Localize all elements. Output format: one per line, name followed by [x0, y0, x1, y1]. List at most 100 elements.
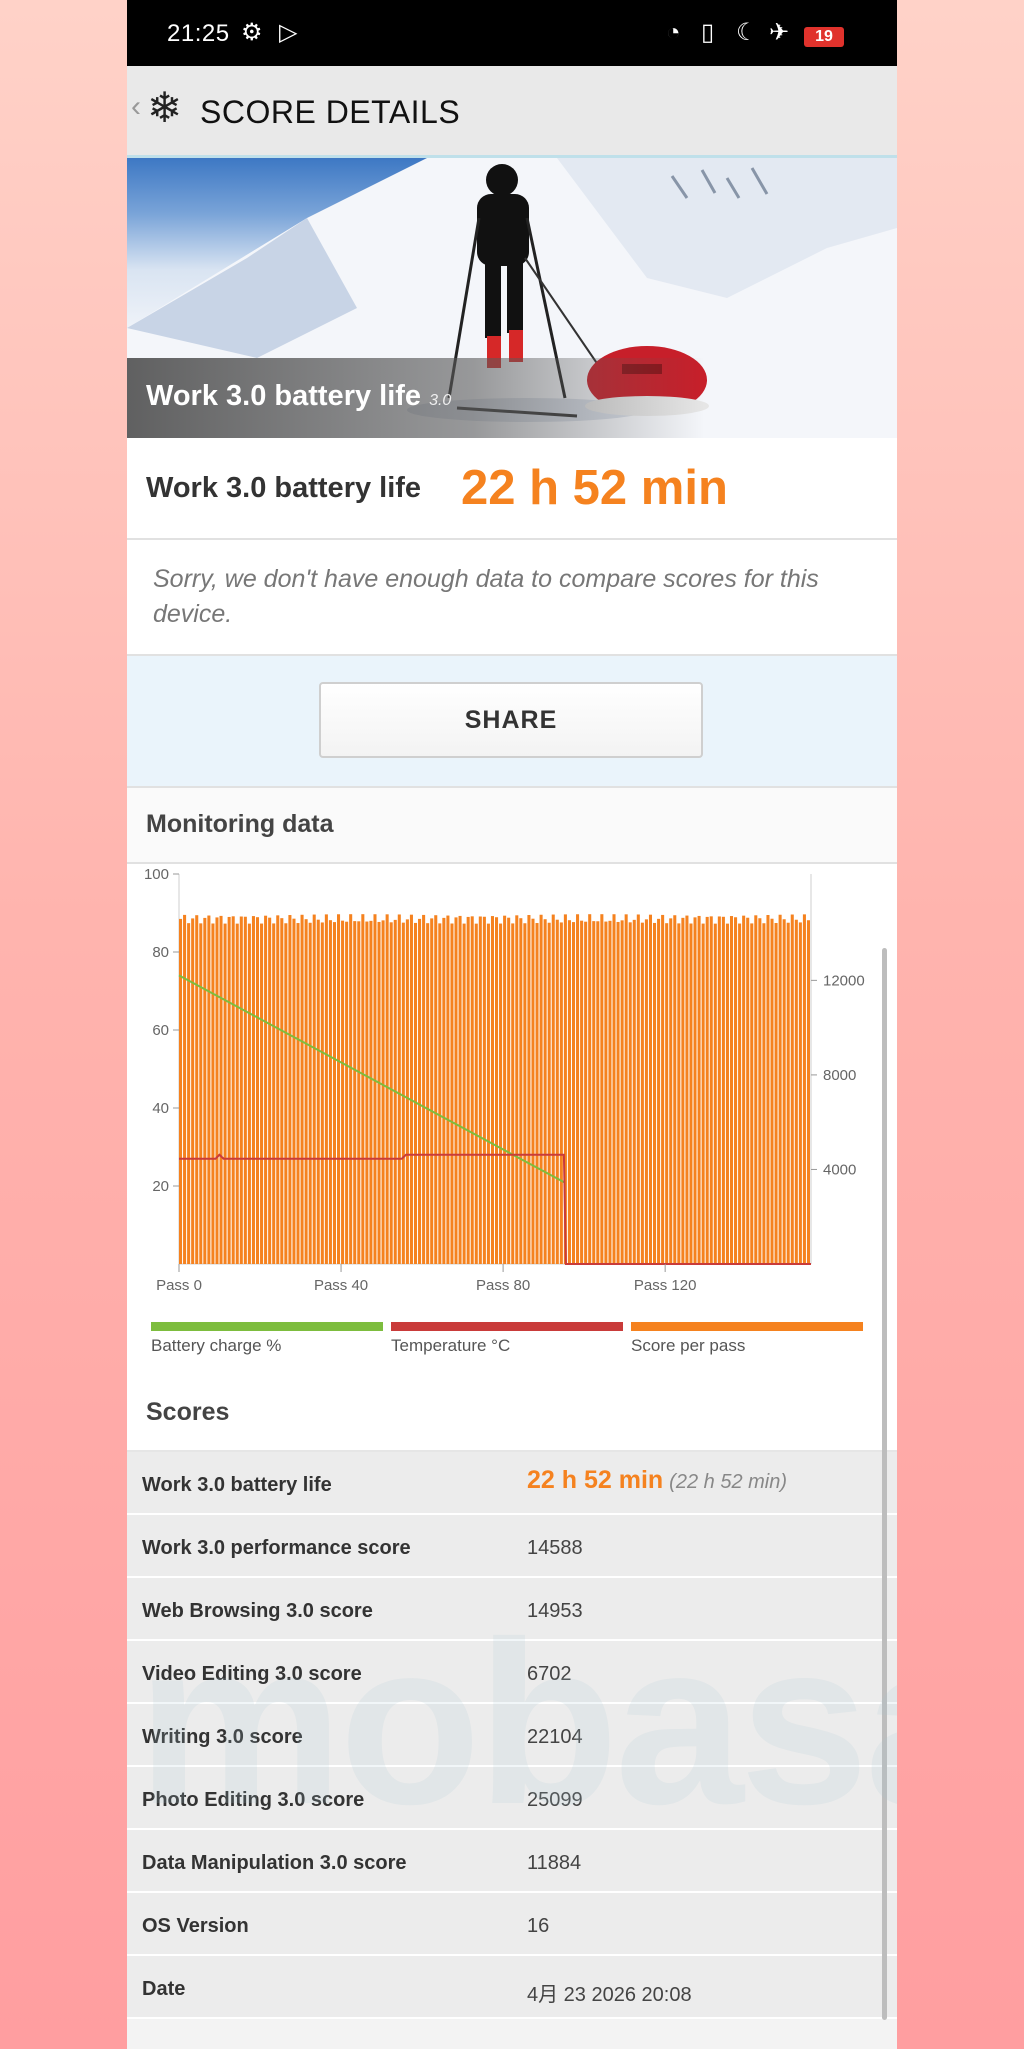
score-bar — [231, 916, 235, 1264]
score-bar — [628, 922, 632, 1264]
score-bar — [612, 914, 616, 1264]
score-bar — [486, 923, 490, 1264]
status-bar: 21:25 ⚙ ▷ ◔ ▯ ☾ ✈ 19 — [127, 0, 897, 66]
score-bar — [673, 915, 677, 1264]
score-bar — [758, 918, 762, 1264]
hero-version: 3.0 — [429, 392, 452, 409]
y-left-tick-label: 40 — [152, 1100, 169, 1117]
legend-battery-swatch — [151, 1322, 383, 1331]
score-bar — [215, 917, 219, 1264]
x-tick-label: Pass 0 — [156, 1277, 202, 1294]
score-bar — [462, 923, 466, 1264]
table-row: Work 3.0 battery life 22 h 52 min (22 h 5… — [127, 1452, 897, 1515]
status-time: 21:25 — [167, 20, 230, 47]
score-bar — [434, 915, 438, 1264]
monitoring-header: Monitoring data — [127, 788, 897, 864]
score-bar — [636, 914, 640, 1264]
phone-screen: 21:25 ⚙ ▷ ◔ ▯ ☾ ✈ 19 ‹ ❄ SCORE DETAILS W… — [127, 0, 897, 2049]
scrollbar[interactable] — [882, 948, 887, 2020]
share-button[interactable]: SHARE — [319, 682, 703, 758]
score-bar — [365, 921, 369, 1264]
score-bar — [268, 917, 272, 1264]
score-bar — [207, 915, 211, 1264]
score-bar — [450, 923, 454, 1264]
x-tick-label: Pass 120 — [634, 1277, 697, 1294]
score-bar — [320, 922, 324, 1264]
score-bar — [713, 923, 717, 1264]
row-value: 22 h 52 min (22 h 52 min) — [527, 1466, 788, 1494]
score-bar — [620, 920, 624, 1264]
score-bar — [442, 917, 446, 1264]
score-bar — [328, 920, 332, 1264]
score-bar — [288, 915, 292, 1264]
table-row: Date 4月 23 2026 20:08 — [127, 1956, 897, 2019]
score-bar — [316, 919, 320, 1264]
score-bar — [446, 915, 450, 1264]
score-bar — [600, 914, 604, 1264]
score-bar — [430, 918, 434, 1264]
score-bar — [750, 923, 754, 1264]
score-bar — [422, 914, 426, 1264]
score-bar — [470, 916, 474, 1264]
y-left-tick-label: 60 — [152, 1022, 169, 1039]
score-bar — [300, 914, 304, 1264]
score-bar — [608, 920, 612, 1264]
back-chevron-icon[interactable]: ‹ — [131, 90, 141, 124]
legend-temperature: Temperature °C — [391, 1322, 623, 1356]
score-bar — [199, 923, 203, 1264]
score-bar — [247, 923, 251, 1264]
score-bar — [426, 923, 430, 1264]
score-bar — [389, 922, 393, 1264]
score-bar — [604, 921, 608, 1264]
monitoring-chart: 20 40 60 80 100 4000 8000 12000 Pass 0 Pass 40 Pas… — [144, 866, 865, 1294]
score-bar — [697, 915, 701, 1264]
score-bar — [580, 920, 584, 1264]
score-bar — [337, 914, 341, 1264]
hero-banner: Work 3.0 battery life 3.0 — [127, 158, 897, 438]
score-bar — [284, 923, 288, 1264]
score-bar — [223, 923, 227, 1264]
table-row: OS Version 16 — [127, 1893, 897, 1956]
score-bar — [616, 921, 620, 1264]
row-sub-value: (22 h 52 min) — [669, 1471, 788, 1493]
score-bar — [689, 923, 693, 1264]
score-bar — [717, 916, 721, 1264]
score-bar — [385, 914, 389, 1264]
score-bar — [490, 916, 494, 1264]
score-bar — [705, 916, 709, 1264]
score-bar — [341, 920, 345, 1264]
table-row: Work 3.0 performance score 14588 — [127, 1515, 897, 1578]
result-label: Work 3.0 battery life — [146, 472, 422, 504]
compare-note: Sorry, we don't have enough data to comp… — [127, 540, 897, 656]
score-bar — [515, 915, 519, 1264]
score-bar — [413, 922, 418, 1264]
legend-score: Score per pass — [631, 1322, 863, 1356]
score-bar — [377, 921, 381, 1264]
score-bar — [584, 921, 588, 1264]
row-label: Date — [142, 1978, 186, 2000]
score-bar — [474, 923, 478, 1264]
compare-note-text: Sorry, we don't have enough data to comp… — [153, 565, 819, 628]
score-bar — [531, 918, 535, 1264]
score-bar — [353, 921, 357, 1264]
score-bar — [482, 916, 486, 1264]
score-bar — [187, 923, 191, 1264]
score-bar — [527, 915, 531, 1264]
settings-gear-icon: ⚙ — [241, 19, 263, 46]
score-bar — [183, 914, 187, 1264]
score-bar — [592, 921, 596, 1264]
y-left-tick-label: 20 — [152, 1178, 169, 1195]
score-bar — [725, 923, 729, 1264]
score-bar — [794, 919, 798, 1264]
score-bar — [324, 914, 328, 1264]
score-bar — [701, 923, 705, 1264]
score-bar — [264, 915, 268, 1264]
score-bar — [762, 923, 766, 1264]
score-bar — [312, 914, 316, 1264]
score-bar — [766, 915, 770, 1264]
score-bar — [179, 918, 183, 1264]
score-bar — [369, 920, 373, 1264]
score-bar — [742, 915, 746, 1264]
y-left-tick-label: 100 — [144, 866, 169, 883]
score-bar — [677, 923, 681, 1264]
